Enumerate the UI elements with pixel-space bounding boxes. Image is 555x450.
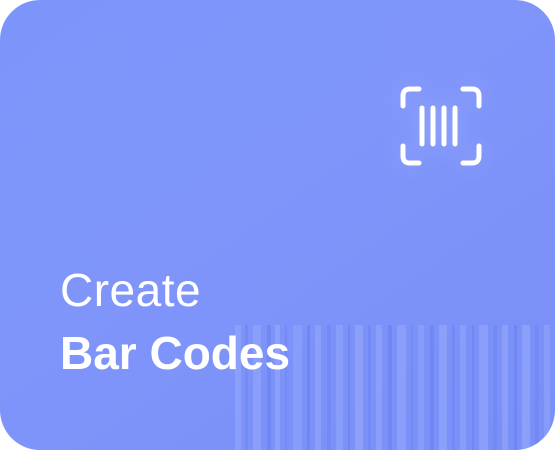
- title-line-bar-codes: Bar Codes: [60, 327, 291, 379]
- card-title: Create Bar Codes: [60, 263, 290, 381]
- create-barcodes-card[interactable]: Create Bar Codes: [0, 0, 555, 450]
- title-line-create: Create: [60, 264, 202, 316]
- barcode-scan-icon: [400, 86, 482, 166]
